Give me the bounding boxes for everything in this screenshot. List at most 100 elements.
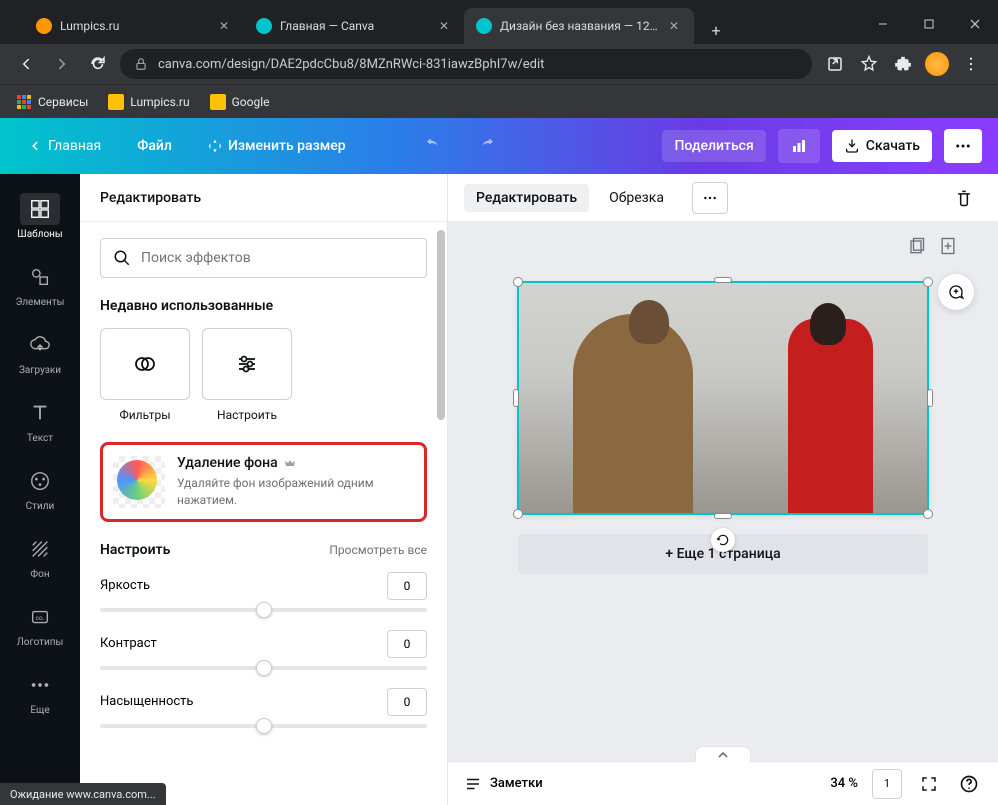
notes-icon [464,775,482,793]
maximize-button[interactable] [906,4,952,44]
contrast-slider[interactable] [100,666,427,670]
window-controls [860,4,998,44]
close-window-button[interactable] [952,4,998,44]
resize-handle[interactable] [927,389,933,407]
slider-value[interactable]: 0 [387,688,427,716]
favicon-icon [36,18,52,34]
sidebar-item-elements[interactable]: Элементы [0,250,80,318]
crop-tab[interactable]: Обрезка [597,184,676,212]
notes-button[interactable]: Заметки [464,775,543,793]
back-button[interactable] [12,50,40,78]
slider-thumb[interactable] [256,718,272,734]
lock-icon [134,57,148,71]
slider-label-brightness: Яркость [100,578,150,593]
folder-icon [108,94,124,110]
extensions-icon[interactable] [888,49,918,79]
search-effects-input[interactable] [100,238,427,278]
recent-adjust[interactable]: Настроить [202,328,292,422]
slider-value[interactable]: 0 [387,630,427,658]
more-icon [29,674,51,696]
bookmark-label: Lumpics.ru [130,95,189,109]
slider-value[interactable]: 0 [387,572,427,600]
bg-remove-thumb [113,456,165,508]
canvas-viewport[interactable]: + Еще 1 страница [448,222,998,805]
sidebar-item-logos[interactable]: co. Логотипы [0,590,80,658]
analytics-button[interactable] [778,129,820,163]
file-menu[interactable]: Файл [125,130,184,162]
download-button[interactable]: Скачать [832,130,932,162]
resize-handle[interactable] [714,277,732,283]
star-icon[interactable] [854,49,884,79]
undo-button[interactable] [412,129,454,163]
new-tab-button[interactable]: + [702,16,730,44]
effects-panel: Редактировать Недавно использованные Фил… [80,174,448,805]
saturation-slider[interactable] [100,724,427,728]
close-icon[interactable]: ✕ [436,18,452,34]
more-options-button[interactable] [944,129,982,163]
help-button[interactable] [956,771,982,797]
sidebar-item-uploads[interactable]: Загрузки [0,318,80,386]
background-remover-card[interactable]: Удаление фона Удаляйте фон изображений о… [100,442,427,522]
brightness-slider[interactable] [100,608,427,612]
recent-label: Настроить [217,408,277,422]
canvas-area: Редактировать Обрезка [448,174,998,805]
browser-tab-2[interactable]: Дизайн без названия — 1200 ✕ [464,8,694,44]
scrollbar[interactable] [437,230,445,420]
share-button[interactable]: Поделиться [662,130,765,162]
share-page-icon[interactable] [820,49,850,79]
address-bar[interactable]: canva.com/design/DAE2pdcCbu8/8MZnRWci-83… [120,49,812,79]
zoom-level[interactable]: 34 % [830,776,858,791]
add-page-icon[interactable] [938,236,958,256]
chrome-menu-button[interactable] [956,49,986,79]
rotate-handle[interactable] [711,528,735,552]
home-button[interactable]: Главная [16,130,113,162]
browser-titlebar: Lumpics.ru ✕ Главная — Canva ✕ Дизайн бе… [0,0,998,44]
sidebar-item-background[interactable]: Фон [0,522,80,590]
close-icon[interactable]: ✕ [666,18,682,34]
resize-handle[interactable] [513,509,523,519]
resize-handle[interactable] [513,277,523,287]
reload-button[interactable] [84,50,112,78]
expand-pages-handle[interactable] [695,746,751,762]
recent-filters[interactable]: Фильтры [100,328,190,422]
resize-button[interactable]: Изменить размер [196,130,358,162]
page-indicator[interactable]: 1 [872,769,902,799]
edit-tab[interactable]: Редактировать [464,184,589,212]
minimize-button[interactable] [860,4,906,44]
delete-button[interactable] [946,182,982,214]
duplicate-page-icon[interactable] [906,236,926,256]
user-avatar[interactable] [922,49,952,79]
canvas-page[interactable] [518,282,928,514]
sidebar-item-text[interactable]: Текст [0,386,80,454]
image-more-button[interactable] [692,182,728,214]
canva-toolbar: Главная Файл Изменить размер Поделиться … [0,118,998,174]
browser-tab-0[interactable]: Lumpics.ru ✕ [24,8,244,44]
resize-handle[interactable] [923,509,933,519]
comment-button[interactable] [938,274,974,310]
resize-handle[interactable] [513,389,519,407]
logos-icon: co. [29,606,51,628]
file-label: Файл [137,138,172,154]
browser-tab-1[interactable]: Главная — Canva ✕ [244,8,464,44]
background-icon [29,538,51,560]
resize-handle[interactable] [923,277,933,287]
uploads-icon [29,334,51,356]
bookmark-lumpics[interactable]: Lumpics.ru [108,94,189,110]
close-icon[interactable]: ✕ [216,18,232,34]
slider-thumb[interactable] [256,602,272,618]
slider-thumb[interactable] [256,660,272,676]
search-field[interactable] [141,250,414,266]
sidebar-item-styles[interactable]: Стили [0,454,80,522]
fullscreen-button[interactable] [916,771,942,797]
sidebar-item-more[interactable]: Еще [0,658,80,726]
bookmark-google[interactable]: Google [210,94,270,110]
redo-button[interactable] [466,129,508,163]
view-all-link[interactable]: Просмотреть все [329,543,427,557]
adjust-icon [235,352,259,376]
sidebar-item-templates[interactable]: Шаблоны [0,182,80,250]
bookmark-services[interactable]: Сервисы [16,94,88,110]
address-bar-row: canva.com/design/DAE2pdcCbu8/8MZnRWci-83… [0,44,998,84]
resize-handle[interactable] [714,513,732,519]
forward-button[interactable] [48,50,76,78]
sidebar-label: Стили [26,501,55,512]
